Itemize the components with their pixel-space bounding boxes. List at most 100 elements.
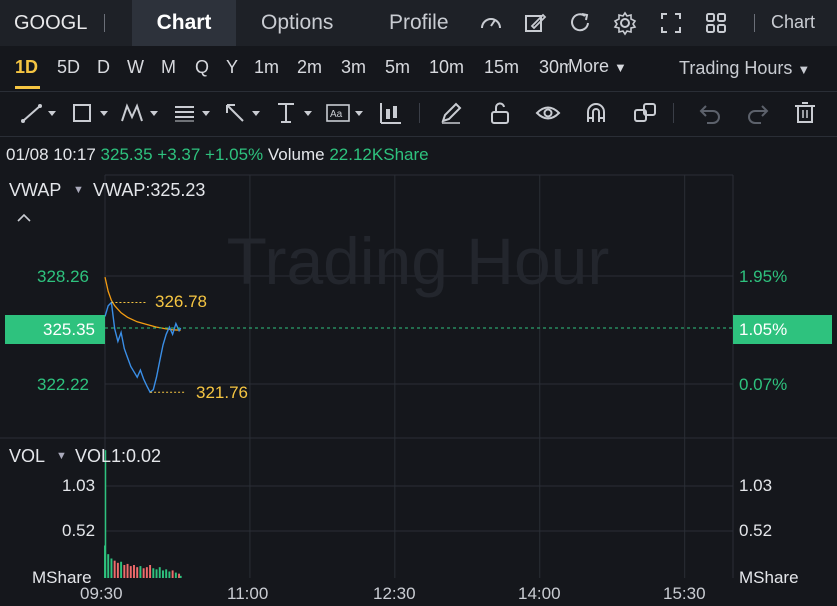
volume-bar xyxy=(129,566,132,578)
vol-axis-label-mid: 0.52 xyxy=(62,521,96,540)
active-interval-indicator xyxy=(15,86,40,89)
fibonacci-tool-icon[interactable] xyxy=(172,100,218,126)
current-price-tag: 325.35 xyxy=(5,315,105,344)
interval-m[interactable]: M xyxy=(161,57,176,78)
vol-axis-unit-right: MShare xyxy=(739,568,799,587)
volume-bar xyxy=(133,565,135,578)
tab-chart[interactable]: Chart xyxy=(132,0,236,46)
volume-bar xyxy=(149,565,152,578)
volume-label: Volume xyxy=(267,145,325,164)
volume-bar xyxy=(123,565,126,578)
tab-options[interactable]: Options xyxy=(261,0,333,46)
magnet-icon[interactable] xyxy=(583,100,609,126)
trading-hours-label: Trading Hours xyxy=(679,58,793,78)
volume-bar xyxy=(158,567,161,578)
interval-w[interactable]: W xyxy=(127,57,144,78)
volume-bar xyxy=(171,570,174,578)
volume-bar xyxy=(165,569,168,578)
volume-bar xyxy=(113,560,116,578)
vertical-measure-tool-icon[interactable] xyxy=(274,100,320,126)
volume-bar xyxy=(136,567,139,578)
grid-layout-icon[interactable] xyxy=(703,10,729,36)
vwap-indicator-value: VWAP:325.23 xyxy=(93,180,206,200)
interval-1m[interactable]: 1m xyxy=(254,57,279,78)
interval-d[interactable]: D xyxy=(97,57,110,78)
time-axis-label: 09:30 xyxy=(80,584,123,603)
trading-hours-dropdown[interactable]: Trading Hours ▼ xyxy=(679,58,810,79)
interval-15m[interactable]: 15m xyxy=(484,57,519,78)
interval-2m[interactable]: 2m xyxy=(297,57,322,78)
pattern-tool-icon[interactable] xyxy=(120,100,166,126)
tab-profile[interactable]: Profile xyxy=(389,0,449,46)
volume-bar xyxy=(162,570,164,578)
trend-line-tool-icon[interactable] xyxy=(20,100,64,126)
edit-icon[interactable] xyxy=(522,10,548,36)
high-low-markers xyxy=(111,301,187,393)
caret-down-icon: ▼ xyxy=(797,62,811,77)
volume-bar xyxy=(107,554,110,578)
vol-indicator-label[interactable]: VOL xyxy=(9,446,45,467)
pct-axis-label-high: 1.95% xyxy=(739,267,788,286)
watermark-text: Trading Hour xyxy=(227,224,610,298)
collapse-chevron-icon[interactable] xyxy=(16,212,32,224)
volume-bar xyxy=(104,545,106,578)
interval-5d[interactable]: 5D xyxy=(57,57,80,78)
interval-3m[interactable]: 3m xyxy=(341,57,366,78)
quote-datetime: 01/08 10:17 xyxy=(6,145,96,164)
unlock-icon[interactable] xyxy=(487,100,513,126)
divider xyxy=(754,14,755,32)
redo-icon[interactable] xyxy=(745,100,771,126)
undo-icon[interactable] xyxy=(697,100,723,126)
fullscreen-icon[interactable] xyxy=(658,10,684,36)
volume-bar xyxy=(145,567,148,578)
price-axis-label-low: 322.22 xyxy=(37,375,89,394)
clone-icon[interactable] xyxy=(632,100,658,126)
volume-bar xyxy=(116,562,119,578)
time-axis-label: 12:30 xyxy=(373,584,416,603)
vol-indicator-value: VOL1:0.02 xyxy=(75,446,162,466)
pen-icon[interactable] xyxy=(438,100,464,126)
divider xyxy=(673,103,674,123)
ticker-symbol[interactable]: GOOGL xyxy=(14,12,87,35)
more-intervals-dropdown[interactable]: More ▼ xyxy=(568,56,627,77)
eye-icon[interactable] xyxy=(535,100,561,126)
quote-change: +3.37 xyxy=(157,145,201,164)
trash-icon[interactable] xyxy=(792,100,818,126)
volume-bar xyxy=(178,573,181,578)
caret-down-icon[interactable]: ▼ xyxy=(73,184,84,196)
interval-y[interactable]: Y xyxy=(226,57,238,78)
interval-30m[interactable]: 30m xyxy=(539,57,569,78)
svg-text:Aa: Aa xyxy=(330,109,343,120)
text-tool-icon[interactable]: Aa xyxy=(325,100,371,126)
arrow-tool-icon[interactable] xyxy=(222,100,268,126)
divider xyxy=(419,103,420,123)
volume-bar xyxy=(126,563,129,578)
rectangle-tool-icon[interactable] xyxy=(70,100,118,126)
time-axis-label: 11:00 xyxy=(227,584,269,603)
interval-1d[interactable]: 1D xyxy=(15,57,38,78)
low-price-marker: 321.76 xyxy=(196,383,248,402)
divider xyxy=(104,14,105,32)
divider xyxy=(0,136,837,137)
volume-bar xyxy=(152,568,155,578)
volume-bar xyxy=(120,561,123,578)
volume-bars xyxy=(104,450,182,578)
vwap-indicator-label[interactable]: VWAP xyxy=(9,180,61,201)
volume-bar xyxy=(155,569,158,578)
caret-down-icon[interactable]: ▼ xyxy=(56,450,67,462)
price-axis-label-high: 328.26 xyxy=(37,267,89,286)
pct-axis-label-low: 0.07% xyxy=(739,375,788,394)
indicator-tool-icon[interactable] xyxy=(378,100,404,126)
quote-change-pct: +1.05% xyxy=(205,145,264,164)
chart-type-label[interactable]: Chart xyxy=(771,12,815,33)
refresh-icon[interactable] xyxy=(567,10,593,36)
interval-10m[interactable]: 10m xyxy=(429,57,464,78)
volume-bar xyxy=(110,558,113,578)
time-axis-label: 15:30 xyxy=(663,584,706,603)
interval-5m[interactable]: 5m xyxy=(385,57,410,78)
gear-icon[interactable] xyxy=(612,10,638,36)
interval-q[interactable]: Q xyxy=(195,57,209,78)
gauge-icon[interactable] xyxy=(478,10,504,36)
quote-price: 325.35 xyxy=(100,145,153,164)
vol-axis-label-high: 1.03 xyxy=(62,476,96,495)
